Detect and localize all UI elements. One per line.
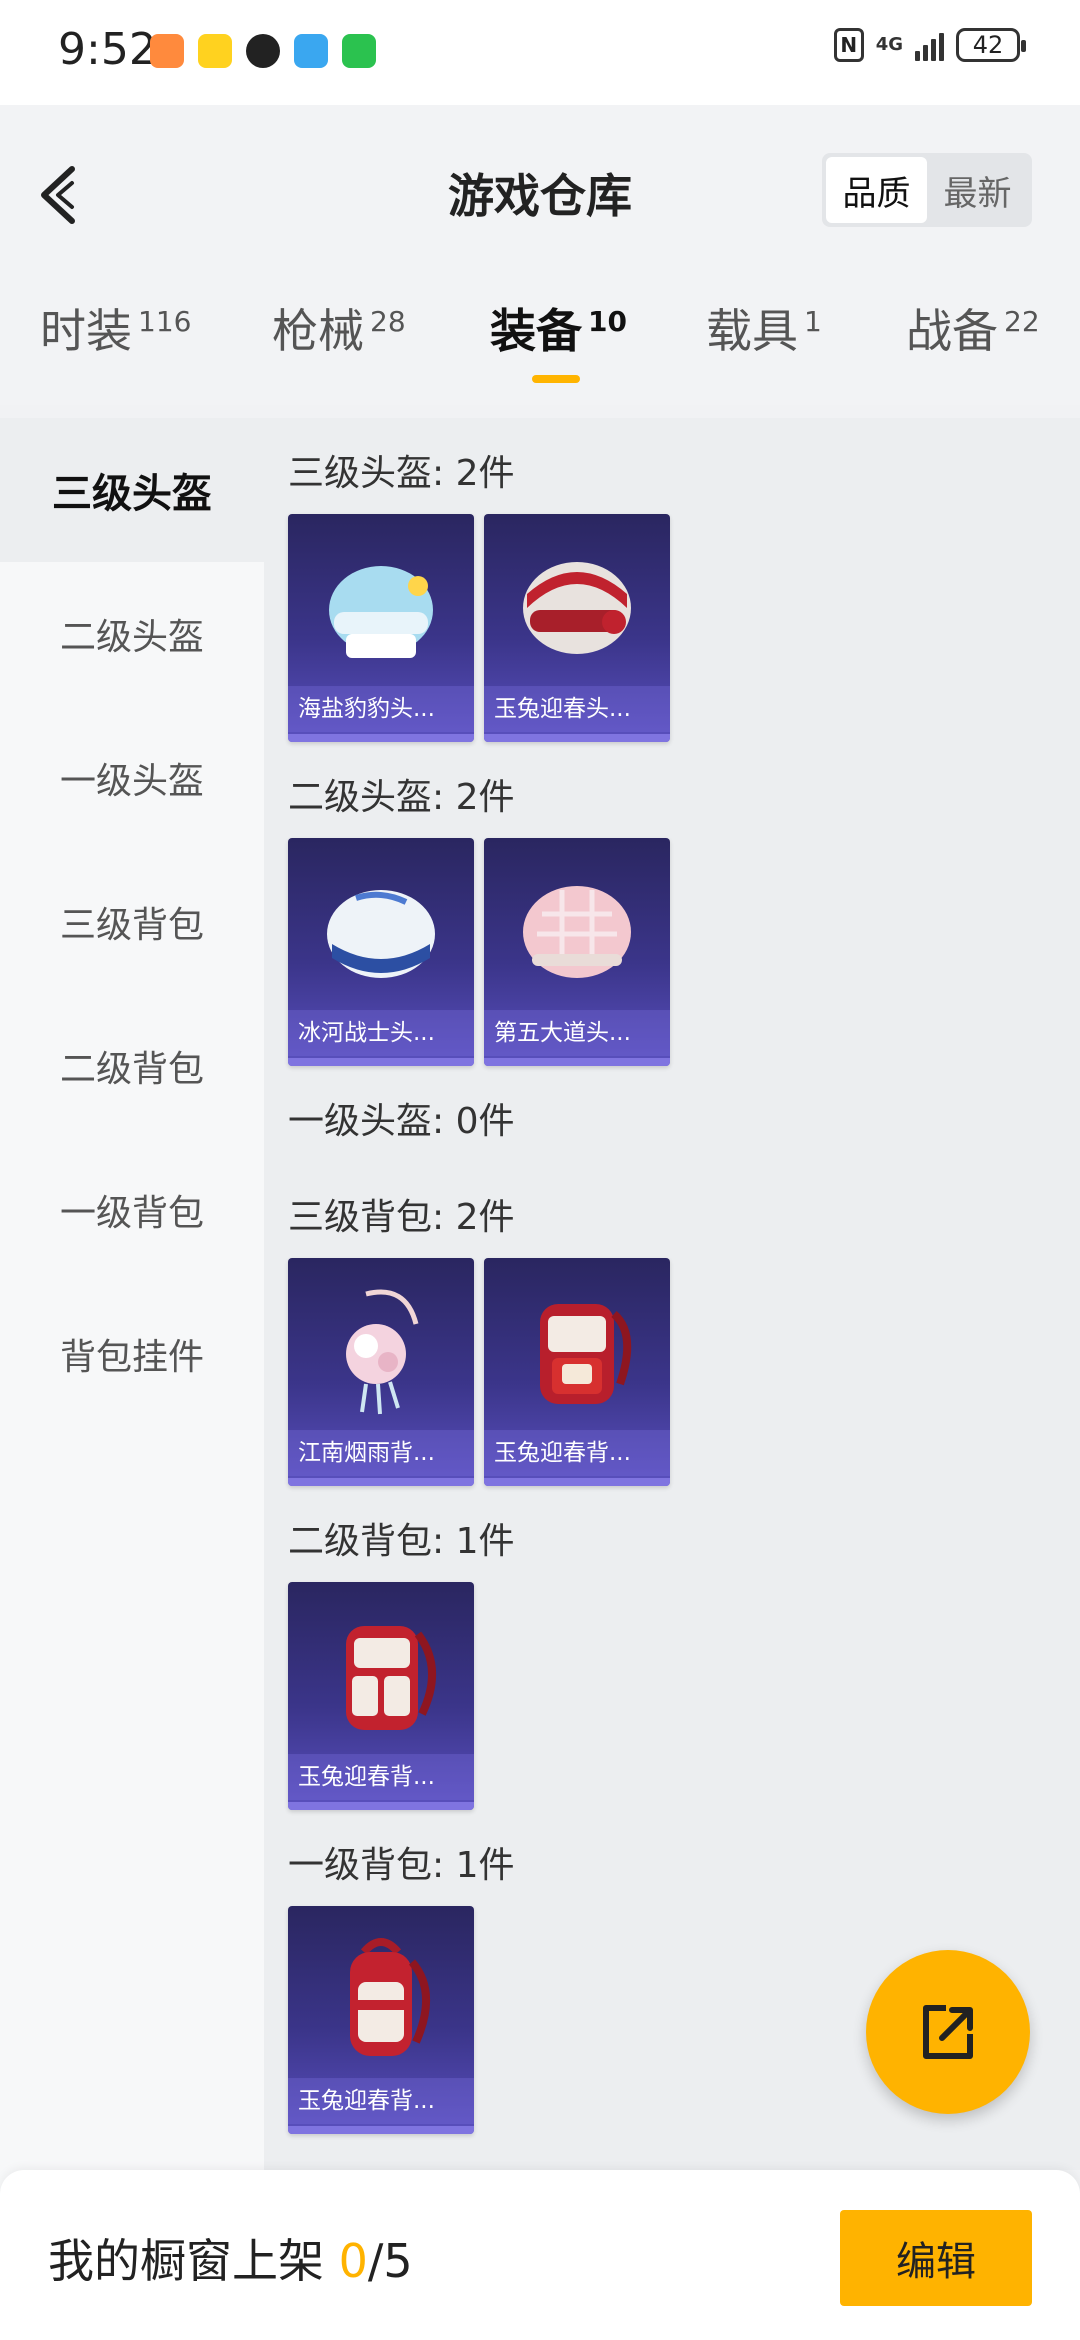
- sidebar-item-level1-backpack[interactable]: 一级背包: [0, 1138, 264, 1282]
- tab-count: 10: [588, 305, 627, 338]
- tab-fashion[interactable]: 时装 116: [40, 295, 191, 361]
- tab-equipment[interactable]: 装备 10: [490, 295, 627, 361]
- showcase-status: 我的橱窗上架 0/5: [48, 2225, 413, 2291]
- backpack-icon: [540, 1304, 632, 1404]
- qq-icon: [246, 34, 280, 68]
- category-sidebar: 三级头盔 二级头盔 一级头盔 三级背包 二级背包 一级背包 背包挂件: [0, 418, 264, 2190]
- share-button[interactable]: [866, 1950, 1030, 2114]
- app-notification-icon: [294, 34, 328, 68]
- section-title: 二级背包: 1件: [288, 1521, 515, 1562]
- item-grid: 三级头盔: 2件 海盐豹豹头... 玉兔迎春头... 二级头盔: 2件 冰河战士…: [264, 418, 1080, 2170]
- item-name: 冰河战士头...: [288, 1010, 474, 1056]
- sort-toggle: 品质 最新: [822, 153, 1032, 227]
- item-name: 玉兔迎春背...: [288, 1754, 474, 1800]
- item-name: 玉兔迎春头...: [484, 686, 670, 732]
- section-title: 背包挂件: 0件: [288, 2160, 514, 2170]
- showcase-bar: 我的橱窗上架 0/5 编辑: [0, 2170, 1080, 2340]
- item-card[interactable]: 玉兔迎春背...: [484, 1258, 670, 1486]
- battery-icon: 42: [956, 28, 1026, 62]
- tab-label: 载具: [706, 304, 798, 358]
- status-indicators: N 4G 42: [833, 28, 1026, 62]
- showcase-current-count: 0: [338, 2234, 368, 2288]
- item-card[interactable]: 江南烟雨背...: [288, 1258, 474, 1486]
- helmet-icon: [523, 562, 631, 654]
- app-notification-icon: [198, 34, 232, 68]
- tab-count: 116: [138, 305, 192, 338]
- sidebar-item-level3-backpack[interactable]: 三级背包: [0, 850, 264, 994]
- item-name: 海盐豹豹头...: [288, 686, 474, 732]
- item-card[interactable]: 玉兔迎春头...: [484, 514, 670, 742]
- category-tabs: 时装 116 枪械 28 装备 10 载具 1 战备 22: [0, 295, 1080, 405]
- sort-quality-button[interactable]: 品质: [826, 157, 927, 223]
- helmet-icon: [523, 886, 631, 978]
- item-name: 江南烟雨背...: [288, 1430, 474, 1476]
- section-title: 二级头盔: 2件: [288, 777, 515, 818]
- tab-label: 战备: [906, 304, 998, 358]
- item-name: 玉兔迎春背...: [484, 1430, 670, 1476]
- showcase-label: 我的橱窗上架: [48, 2234, 324, 2288]
- active-tab-indicator: [532, 375, 580, 383]
- pendant-icon: [346, 1289, 419, 1415]
- tab-count: 28: [370, 305, 406, 338]
- helmet-icon: [329, 566, 433, 658]
- backpack-icon: [346, 1626, 436, 1730]
- sidebar-item-level1-helmet[interactable]: 一级头盔: [0, 706, 264, 850]
- app-notification-icon: [150, 34, 184, 68]
- tab-battle-gear[interactable]: 战备 22: [906, 295, 1040, 361]
- item-name: 第五大道头...: [484, 1010, 670, 1056]
- tab-vehicles[interactable]: 载具 1: [706, 295, 822, 361]
- signal-icon: [915, 29, 944, 61]
- status-time: 9:52: [58, 24, 157, 75]
- item-card[interactable]: 第五大道头...: [484, 838, 670, 1066]
- item-card[interactable]: 玉兔迎春背...: [288, 1582, 474, 1810]
- sort-newest-button[interactable]: 最新: [927, 157, 1028, 223]
- item-card[interactable]: 海盐豹豹头...: [288, 514, 474, 742]
- battery-level: 42: [972, 31, 1004, 59]
- tab-label: 时装: [40, 304, 132, 358]
- sidebar-item-level2-helmet[interactable]: 二级头盔: [0, 562, 264, 706]
- sidebar-item-backpack-pendant[interactable]: 背包挂件: [0, 1282, 264, 1426]
- sidebar-item-level3-helmet[interactable]: 三级头盔: [0, 418, 264, 562]
- section-title: 三级背包: 2件: [288, 1197, 515, 1238]
- item-name: 玉兔迎春背...: [288, 2078, 474, 2124]
- section-title: 一级头盔: 0件: [288, 1101, 515, 1142]
- network-label: 4G: [875, 34, 903, 55]
- backpack-icon: [350, 1938, 430, 2056]
- sidebar-item-level2-backpack[interactable]: 二级背包: [0, 994, 264, 1138]
- section-title: 一级背包: 1件: [288, 1845, 515, 1886]
- helmet-icon: [327, 890, 435, 978]
- tab-label: 装备: [490, 304, 582, 358]
- section-title: 三级头盔: 2件: [288, 453, 515, 494]
- tab-label: 枪械: [272, 304, 364, 358]
- tab-weapons[interactable]: 枪械 28: [272, 295, 406, 361]
- item-card[interactable]: 冰河战士头...: [288, 838, 474, 1066]
- wechat-icon: [342, 34, 376, 68]
- status-bar: 9:52 N 4G 42: [0, 0, 1080, 105]
- header: 游戏仓库 品质 最新 时装 116 枪械 28 装备 10 载具 1 战备 22: [0, 105, 1080, 405]
- showcase-total-count: /5: [367, 2234, 413, 2288]
- status-app-icons: [150, 34, 376, 68]
- share-icon: [923, 2005, 973, 2059]
- item-card[interactable]: 玉兔迎春背...: [288, 1906, 474, 2134]
- tab-count: 22: [1004, 305, 1040, 338]
- edit-button[interactable]: 编辑: [840, 2210, 1032, 2306]
- tab-count: 1: [804, 305, 822, 338]
- nfc-icon: N: [833, 28, 864, 62]
